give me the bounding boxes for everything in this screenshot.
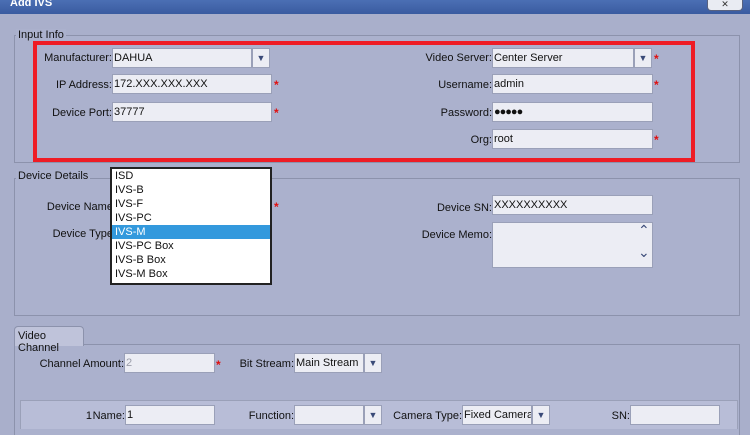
window-title: Add IVS	[10, 0, 53, 9]
device-type-option[interactable]: IVS-PC Box	[112, 239, 270, 253]
device-sn-input[interactable]: XXXXXXXXXX	[492, 195, 653, 215]
channel-name-label: Name:	[92, 410, 125, 422]
function-dropdown-arrow[interactable]: ▼	[364, 405, 382, 425]
memo-scroll-down-icon[interactable]: ⌄	[638, 245, 650, 259]
device-type-option-selected[interactable]: IVS-M	[112, 225, 270, 239]
device-name-label: Device Name:	[46, 201, 116, 213]
device-type-option[interactable]: IVS-M Box	[112, 267, 270, 281]
function-select[interactable]	[294, 405, 364, 425]
device-memo-textarea[interactable]	[492, 222, 653, 268]
device-type-option[interactable]: IVS-PC	[112, 211, 270, 225]
close-icon: ✕	[721, 0, 729, 9]
device-type-option[interactable]: IVS-B Box	[112, 253, 270, 267]
highlight-box	[33, 41, 695, 162]
channel-name-input[interactable]: 1	[125, 405, 215, 425]
input-info-label: Input Info	[16, 29, 66, 41]
channel-amount-input[interactable]: 2	[124, 353, 215, 373]
channel-amount-label: Channel Amount:	[39, 358, 124, 370]
chevron-down-icon: ▼	[536, 410, 546, 420]
device-type-option[interactable]: IVS-B	[112, 183, 270, 197]
chevron-down-icon: ▼	[368, 410, 378, 420]
close-button[interactable]: ✕	[707, 0, 743, 11]
bit-stream-select[interactable]: Main Stream	[294, 353, 364, 373]
camera-type-dropdown-arrow[interactable]: ▼	[532, 405, 550, 425]
sn-input[interactable]	[630, 405, 720, 425]
chevron-down-icon: ▼	[368, 358, 378, 368]
device-type-option[interactable]: ISD	[112, 169, 270, 183]
channel-amount-required-mark: *	[216, 358, 221, 372]
function-label: Function:	[248, 410, 294, 422]
device-details-label: Device Details	[16, 170, 91, 182]
device-name-required-mark: *	[274, 200, 279, 214]
sn-label: SN:	[611, 410, 630, 422]
camera-type-label: Camera Type:	[393, 410, 462, 422]
bit-stream-dropdown-arrow[interactable]: ▼	[364, 353, 382, 373]
device-type-label: Device Type:	[52, 228, 116, 240]
device-type-dropdown-list[interactable]: ISD IVS-B IVS-F IVS-PC IVS-M IVS-PC Box …	[110, 167, 272, 285]
device-sn-label: Device SN:	[436, 202, 492, 214]
tab-video-channel[interactable]: Video Channel	[14, 326, 84, 354]
bit-stream-label: Bit Stream:	[239, 358, 294, 370]
memo-scroll-up-icon[interactable]: ⌃	[638, 223, 650, 237]
channel-row-index: 1	[85, 410, 92, 422]
tab-video-channel-label: Video Channel	[18, 330, 59, 354]
device-memo-label: Device Memo:	[421, 229, 492, 241]
title-bar	[0, 0, 750, 14]
camera-type-select[interactable]: Fixed Camera	[462, 405, 532, 425]
device-type-option[interactable]: IVS-F	[112, 197, 270, 211]
